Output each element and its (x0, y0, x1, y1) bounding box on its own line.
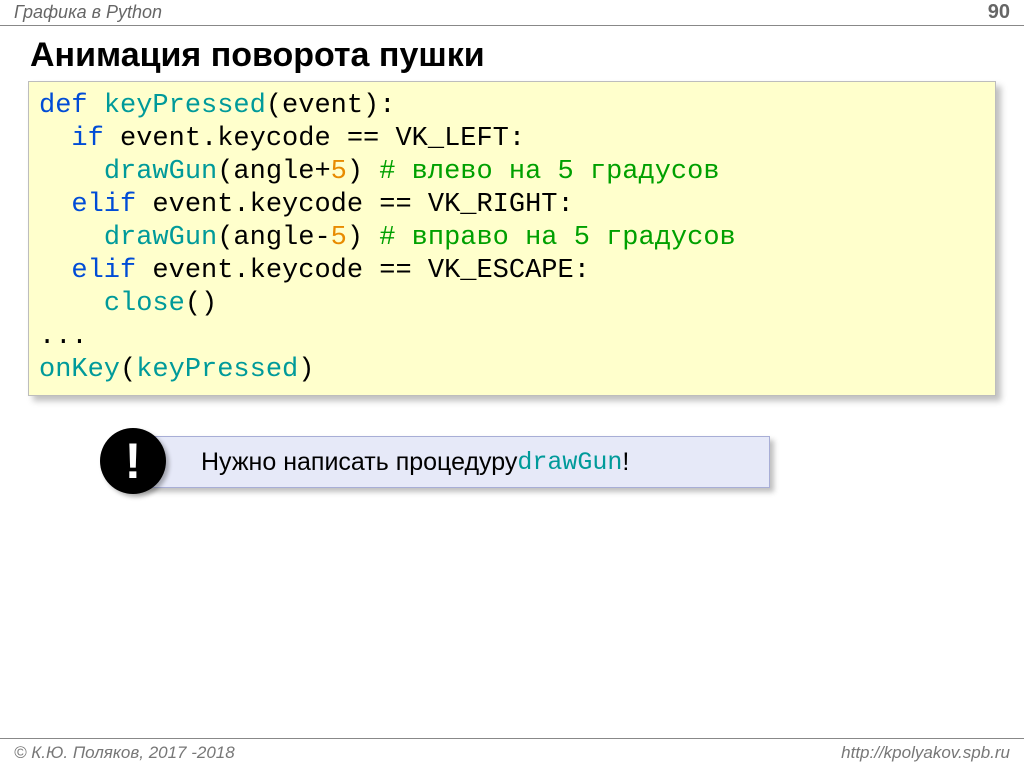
code-func-call: drawGun (104, 223, 217, 253)
code-block: def keyPressed(event): if event.keycode … (28, 81, 996, 396)
code-func-name: keyPressed (104, 91, 266, 121)
code-comment: # влево на 5 градусов (379, 157, 719, 187)
code-text: ( (120, 355, 136, 385)
code-text: (event): (266, 91, 396, 121)
footer-bar: © К.Ю. Поляков, 2017 -2018 http://kpolya… (0, 738, 1024, 767)
code-keyword: def (39, 91, 88, 121)
code-keyword: elif (71, 256, 136, 286)
note-block: Нужно написать процедуру drawGun! ! (130, 436, 770, 488)
code-text: (angle- (217, 223, 330, 253)
code-func-call: close (104, 289, 185, 319)
note-text-after: ! (622, 448, 629, 477)
code-keyword: elif (71, 190, 136, 220)
code-text: () (185, 289, 217, 319)
footer-url: http://kpolyakov.spb.ru (841, 743, 1010, 763)
code-func-call: drawGun (104, 157, 217, 187)
code-func-call: onKey (39, 355, 120, 385)
code-text: ) (298, 355, 314, 385)
code-ellipsis: ... (39, 322, 88, 352)
header-topic: Графика в Python (14, 2, 162, 23)
note-proc-name: drawGun (517, 448, 622, 477)
code-text: event.keycode == VK_RIGHT: (136, 190, 573, 220)
code-text: event.keycode == VK_LEFT: (104, 124, 525, 154)
slide: Графика в Python 90 Анимация поворота пу… (0, 0, 1024, 767)
code-keyword: if (71, 124, 103, 154)
code-text: ) (347, 157, 379, 187)
code-comment: # вправо на 5 градусов (379, 223, 735, 253)
code-text: event.keycode == VK_ESCAPE: (136, 256, 590, 286)
code-text: (angle+ (217, 157, 330, 187)
code-text: ) (347, 223, 379, 253)
slide-title: Анимация поворота пушки (0, 26, 1024, 81)
footer-copyright: © К.Ю. Поляков, 2017 -2018 (14, 743, 235, 763)
header-bar: Графика в Python 90 (0, 0, 1024, 26)
note-text: Нужно написать процедуру (201, 448, 517, 477)
code-number: 5 (331, 157, 347, 187)
note-bar: Нужно написать процедуру drawGun! (130, 436, 770, 488)
code-arg: keyPressed (136, 355, 298, 385)
code-number: 5 (331, 223, 347, 253)
page-number: 90 (988, 1, 1010, 24)
exclamation-icon: ! (100, 428, 166, 494)
